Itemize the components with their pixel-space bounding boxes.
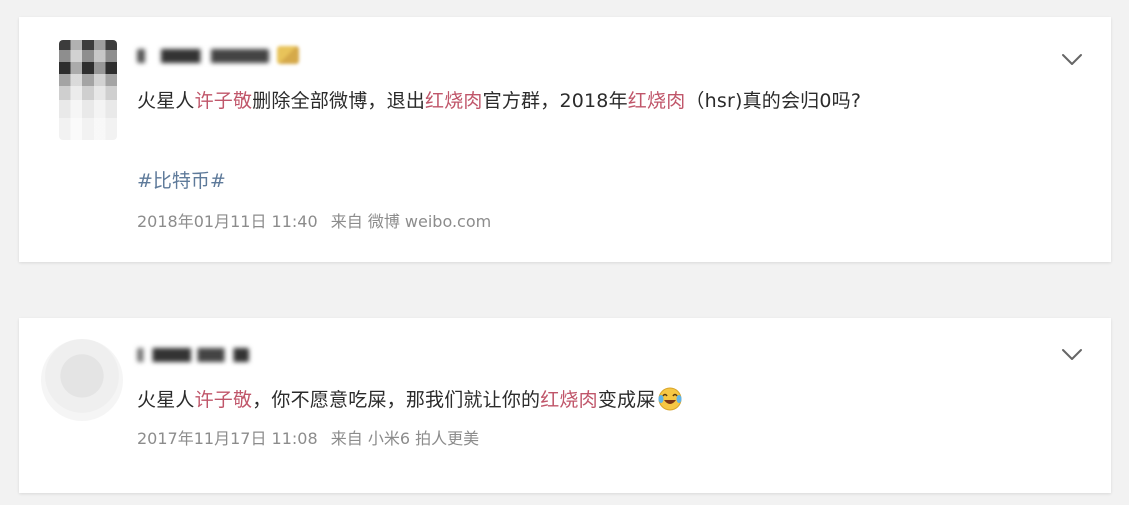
chevron-down-icon[interactable] — [1061, 348, 1083, 362]
highlight-keyword[interactable]: 红烧肉 — [628, 90, 686, 112]
avatar[interactable] — [41, 339, 123, 421]
post-text: 火星人许子敬，你不愿意吃屎，那我们就让你的红烧肉变成屎 — [137, 385, 683, 412]
post-text: 火星人许子敬删除全部微博，退出红烧肉官方群，2018年红烧肉（hsr)真的会归0… — [137, 86, 861, 113]
highlight-keyword[interactable]: 红烧肉 — [540, 389, 598, 411]
hashtag-link[interactable]: #比特币# — [137, 166, 226, 193]
post-source[interactable]: 微博 weibo.com — [368, 212, 491, 231]
highlight-keyword[interactable]: 红烧肉 — [425, 90, 483, 112]
text-part: （hsr)真的会归0吗? — [685, 90, 862, 112]
highlight-keyword[interactable]: 许子敬 — [195, 389, 253, 411]
username-blurred[interactable] — [137, 348, 249, 362]
text-part: 变成屎 — [597, 389, 656, 411]
source-prefix: 来自 — [330, 212, 363, 231]
post-time[interactable]: 2017年11月17日 11:08 — [137, 429, 318, 448]
text-part: ，你不愿意吃屎，那我们就让你的 — [252, 389, 541, 411]
text-part: 官方群，2018年 — [482, 90, 628, 112]
text-part: 火星人 — [137, 389, 195, 411]
post-source[interactable]: 小米6 拍人更美 — [368, 429, 479, 448]
text-part: 火星人 — [137, 90, 195, 112]
highlight-keyword[interactable]: 许子敬 — [195, 90, 253, 112]
vip-badge-icon — [277, 46, 299, 64]
username-blurred[interactable] — [137, 49, 269, 63]
post-meta: 2018年01月11日 11:40 来自 微博 weibo.com — [137, 208, 491, 232]
source-prefix: 来自 — [330, 429, 363, 448]
weibo-post-card-2: 火星人许子敬，你不愿意吃屎，那我们就让你的红烧肉变成屎 2017年11月17日 … — [19, 318, 1111, 493]
chevron-down-icon[interactable] — [1061, 53, 1083, 67]
weibo-post-card-1: 火星人许子敬删除全部微博，退出红烧肉官方群，2018年红烧肉（hsr)真的会归0… — [19, 17, 1111, 262]
laughing-crying-emoji-icon — [658, 387, 682, 411]
text-part: 删除全部微博，退出 — [252, 90, 426, 112]
avatar[interactable] — [59, 40, 117, 140]
post-meta: 2017年11月17日 11:08 来自 小米6 拍人更美 — [137, 425, 479, 449]
post-time[interactable]: 2018年01月11日 11:40 — [137, 212, 318, 231]
